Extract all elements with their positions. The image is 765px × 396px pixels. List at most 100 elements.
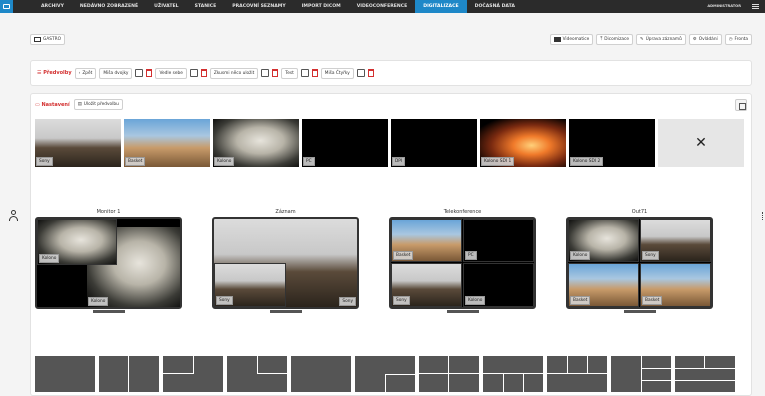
monitor: Out71 Kolono Sony Basket Basket xyxy=(566,209,713,313)
back-button[interactable]: ‹ Zpět xyxy=(74,67,97,79)
source-strip: Sony Basket Kolono PC DPI Kolono SDI 1 K… xyxy=(35,119,744,167)
toolbar-row: GASTRO Videomatice ⤒ Dicomizace ✎ Úprava z… xyxy=(30,30,752,48)
nav-import-dicom[interactable]: IMPORT DICOM xyxy=(294,0,349,13)
more-options-icon[interactable] xyxy=(762,212,764,220)
monitor: Záznam Sony Sony xyxy=(212,209,359,313)
edit-icon[interactable] xyxy=(261,69,270,77)
user-name[interactable]: ADMINISTRATOR xyxy=(707,0,741,13)
pane-label: Kolono xyxy=(570,251,591,260)
layout-template-single[interactable] xyxy=(35,356,95,392)
nav-nedavno-zobrazene[interactable]: NEDÁVNO ZOBRAZENÉ xyxy=(72,0,146,13)
monitor: Monitor 1 Kolono Kolono xyxy=(35,209,182,313)
layout-template-quad[interactable] xyxy=(419,356,479,392)
save-preset-button[interactable]: ▤ Uložit předvolbu xyxy=(73,99,123,110)
trash-icon[interactable] xyxy=(146,69,153,77)
source-tile[interactable]: Kolono xyxy=(213,119,299,167)
settings-title: ▭ Nastavení xyxy=(35,102,70,108)
hamburger-menu-icon[interactable] xyxy=(752,4,759,9)
edit-icon[interactable] xyxy=(135,69,144,77)
layout-template-side-stack[interactable] xyxy=(611,356,671,392)
preset-button[interactable]: Test xyxy=(281,67,298,79)
chevron-left-icon: ‹ xyxy=(78,70,81,76)
monitor-title: Záznam xyxy=(275,209,296,215)
clock-icon: ◷ xyxy=(728,36,733,42)
layout-toggle-icon[interactable] xyxy=(735,99,747,111)
trash-icon[interactable] xyxy=(272,69,279,77)
layout-template-pip-right[interactable] xyxy=(227,356,287,392)
layout-template-three-top[interactable] xyxy=(547,356,607,392)
pane-label: Basket xyxy=(393,251,414,260)
list-icon: ☰ xyxy=(37,70,42,76)
source-tile[interactable]: Sony xyxy=(35,119,121,167)
layout-template-split-horizontal[interactable] xyxy=(291,356,351,392)
monitor-screen[interactable]: Kolono Kolono xyxy=(35,217,182,309)
fronta-button[interactable]: ◷ Fronta xyxy=(724,33,752,45)
videomatice-button[interactable]: Videomatice xyxy=(549,33,594,45)
settings-panel: ▭ Nastavení ▤ Uložit předvolbu Sony Baske… xyxy=(30,93,752,396)
uprava-label: Úprava záznamů xyxy=(645,36,682,42)
trash-icon[interactable] xyxy=(367,69,374,77)
pane-label: Kolono xyxy=(39,254,60,263)
pane-label: Sony xyxy=(642,251,659,260)
nav-digitalizace[interactable]: DIGITALIZACE xyxy=(415,0,467,13)
user-icon[interactable] xyxy=(8,210,18,222)
source-tile[interactable]: Basket xyxy=(124,119,210,167)
source-tile[interactable]: Kolono SDI 1 xyxy=(480,119,566,167)
nav-docasna-data[interactable]: DOČASNÁ DATA xyxy=(467,0,523,13)
uprava-zaznamu-button[interactable]: ✎ Úprava záznamů xyxy=(636,33,686,45)
preset-button[interactable]: Miša dvojky xyxy=(99,67,133,79)
layout-template-pip-bottom[interactable] xyxy=(355,356,415,392)
source-label: Sony xyxy=(36,157,53,166)
monitor-screen[interactable]: Kolono Sony Basket Basket xyxy=(566,217,713,309)
nav-archivy[interactable]: ARCHIVY xyxy=(33,0,72,13)
source-tile[interactable]: DPI xyxy=(391,119,477,167)
monitor-title: Monitor 1 xyxy=(96,209,121,215)
preset-button[interactable]: Vedle sebe xyxy=(155,67,187,79)
edit-icon[interactable] xyxy=(189,69,198,77)
video-icon xyxy=(553,36,561,42)
preset-button[interactable]: Zkusmi něco uložit xyxy=(209,67,259,79)
layout-template-pip[interactable] xyxy=(163,356,223,392)
nav-pracovni-seznamy[interactable]: PRACOVNÍ SEZNAMY xyxy=(224,0,293,13)
video-pane: Sony xyxy=(214,263,286,307)
preset-button[interactable]: Miša Čtyřky xyxy=(320,67,354,79)
nav-uzivatel[interactable]: UŽIVATEL xyxy=(146,0,186,13)
monitor-title: Telekonference xyxy=(443,209,482,215)
top-navigation-bar: ARCHIVY NEDÁVNO ZOBRAZENÉ UŽIVATEL STANI… xyxy=(0,0,765,13)
ovladani-button[interactable]: ⚙ Ovládání xyxy=(688,33,722,45)
video-pane: PC xyxy=(463,219,534,262)
gastro-button[interactable]: GASTRO xyxy=(30,33,65,45)
monitor-stand xyxy=(623,310,656,313)
monitor-stand xyxy=(446,310,479,313)
trash-icon[interactable] xyxy=(311,69,318,77)
back-label: Zpět xyxy=(82,70,93,76)
video-pane: Basket xyxy=(640,263,711,307)
edit-icon[interactable] xyxy=(300,69,309,77)
remove-source-button[interactable]: ✕ xyxy=(658,119,744,167)
home-logo-icon[interactable] xyxy=(0,0,13,13)
monitor-screen[interactable]: Sony Sony xyxy=(212,217,359,309)
upload-icon: ⤒ xyxy=(600,36,603,42)
dicomizace-button[interactable]: ⤒ Dicomizace xyxy=(596,33,633,45)
monitor-screen[interactable]: Basket PC Sony Kolono xyxy=(389,217,536,309)
presets-panel: ☰ Předvolby ‹ Zpět Miša dvojky Vedle sebe… xyxy=(30,60,752,86)
trash-icon[interactable] xyxy=(200,69,207,77)
dicomizace-label: Dicomizace xyxy=(604,36,629,42)
source-tile[interactable]: Kolono SDI 2 xyxy=(569,119,655,167)
pane-label: Sony xyxy=(216,296,233,305)
nav-stanice[interactable]: STANICE xyxy=(187,0,225,13)
layout-template-three-bottom[interactable] xyxy=(483,356,543,392)
pane-label: Basket xyxy=(570,296,591,305)
edit-icon[interactable] xyxy=(356,69,365,77)
video-pane: Kolono xyxy=(568,219,639,262)
edit-icon: ✎ xyxy=(640,36,644,42)
layout-template-rows[interactable] xyxy=(675,356,735,392)
video-pane: Sony xyxy=(391,263,462,307)
nav-videoconference[interactable]: VIDEOCONFERENCE xyxy=(349,0,416,13)
layout-template-split-vertical[interactable] xyxy=(99,356,159,392)
source-label: Kolono xyxy=(214,157,235,166)
presets-title: ☰ Předvolby xyxy=(37,70,72,76)
pane-label: Kolono xyxy=(465,296,486,305)
source-tile[interactable]: PC xyxy=(302,119,388,167)
pane-label: Kolono xyxy=(88,297,109,306)
